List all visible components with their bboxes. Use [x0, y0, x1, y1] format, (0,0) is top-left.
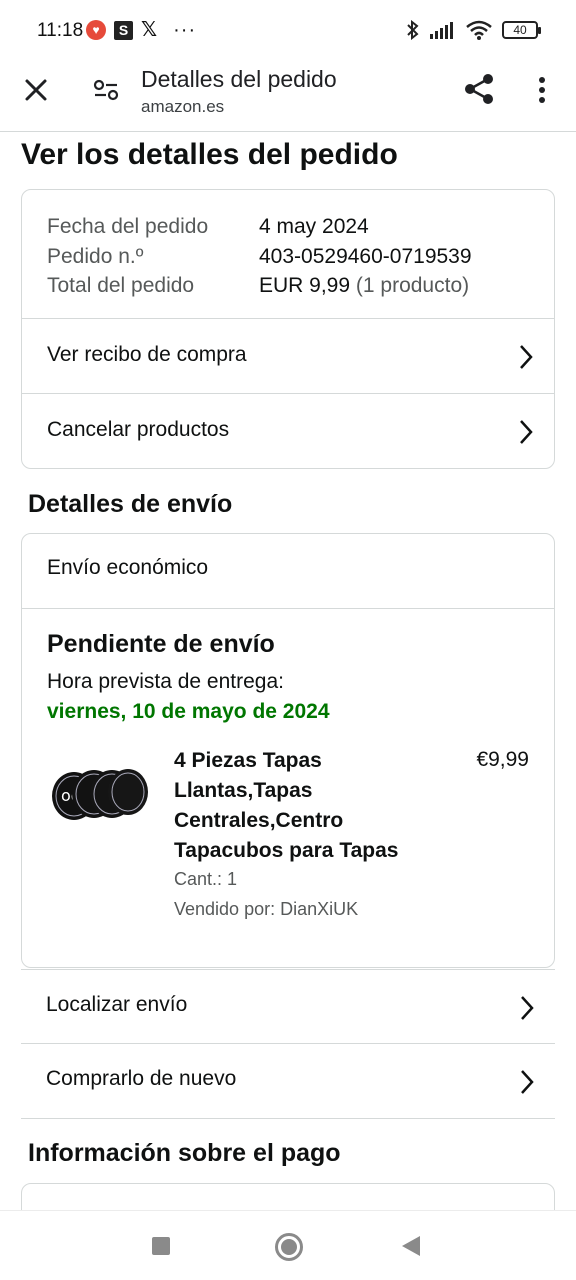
- shipping-card: Envío económico Pendiente de envío Hora …: [21, 533, 555, 968]
- back-button[interactable]: [402, 1236, 420, 1256]
- eta-label: Hora prevista de entrega:: [47, 670, 284, 693]
- page-title: Ver los detalles del pedido: [21, 138, 398, 171]
- system-navigation-bar: [0, 1210, 576, 1280]
- heart-app-icon: ♥: [86, 20, 106, 40]
- divider: [21, 1118, 555, 1119]
- order-total-value: EUR 9,99: [259, 274, 351, 297]
- product-seller: Vendido por: DianXiUK: [174, 899, 359, 919]
- buy-again-label: Comprarlo de nuevo: [46, 1067, 237, 1090]
- order-item-count: (1 producto): [350, 271, 469, 301]
- cancel-products-link[interactable]: Cancelar productos: [22, 393, 554, 468]
- product-image[interactable]: oo: [48, 766, 148, 826]
- view-receipt-label: Ver recibo de compra: [47, 343, 247, 366]
- order-summary: Fecha del pedido 4 may 2024 Pedido n.º 4…: [47, 212, 472, 301]
- more-notifications-icon: ···: [173, 19, 197, 41]
- chevron-right-icon: [520, 420, 533, 444]
- more-options-icon[interactable]: [530, 74, 554, 106]
- chevron-right-icon: [520, 345, 533, 369]
- order-date-value: 4 may 2024: [259, 215, 369, 238]
- cancel-products-label: Cancelar productos: [47, 418, 230, 441]
- shipping-type: Envío económico: [47, 556, 209, 579]
- shipping-status: Pendiente de envío: [47, 630, 275, 658]
- app-bar: Detalles del pedido amazon.es: [0, 62, 576, 132]
- close-icon[interactable]: [20, 74, 52, 106]
- browser-title: Detalles del pedido: [141, 66, 337, 92]
- shipping-heading: Detalles de envío: [28, 490, 233, 518]
- order-date-row: Fecha del pedido 4 may 2024: [47, 212, 472, 242]
- order-total-label: Total del pedido: [47, 274, 195, 297]
- battery-icon: 40: [502, 21, 541, 39]
- status-bar: 11:18 ♥ S 𝕏 ··· 40: [0, 0, 576, 62]
- x-app-icon: 𝕏: [141, 19, 158, 41]
- share-icon[interactable]: [462, 72, 496, 106]
- view-receipt-link[interactable]: Ver recibo de compra: [22, 318, 554, 393]
- chevron-right-icon: [521, 1070, 534, 1094]
- eta-date: viernes, 10 de mayo de 2024: [47, 700, 330, 723]
- order-date-label: Fecha del pedido: [47, 215, 209, 238]
- track-package-link[interactable]: Localizar envío: [21, 969, 555, 1044]
- payment-heading: Información sobre el pago: [28, 1139, 341, 1167]
- buy-again-link[interactable]: Comprarlo de nuevo: [21, 1043, 555, 1118]
- order-item-count-text: (1 producto): [355, 274, 470, 297]
- signal-icon: [430, 22, 453, 39]
- notification-icons: ♥ S 𝕏 ···: [86, 20, 196, 40]
- order-number-label: Pedido n.º: [47, 244, 144, 268]
- divider: [22, 608, 554, 609]
- order-total-row: Total del pedido EUR 9,99 (1 producto): [47, 271, 472, 301]
- site-settings-icon[interactable]: [92, 76, 120, 104]
- status-time: 11:18: [37, 20, 84, 41]
- product-quantity: Cant.: 1: [174, 869, 238, 889]
- recents-button[interactable]: [152, 1237, 170, 1255]
- order-number-row: Pedido n.º 403-0529460-0719539: [47, 242, 472, 272]
- system-icons: 40: [406, 20, 541, 40]
- order-summary-card: Fecha del pedido 4 may 2024 Pedido n.º 4…: [21, 189, 555, 469]
- browser-url: amazon.es: [141, 97, 225, 116]
- bluetooth-icon: [407, 20, 419, 40]
- track-package-label: Localizar envío: [46, 993, 188, 1016]
- product-title[interactable]: 4 Piezas Tapas Llantas,Tapas Centrales,C…: [174, 746, 424, 866]
- chevron-right-icon: [521, 996, 534, 1020]
- home-button[interactable]: [275, 1233, 303, 1261]
- order-number-value: 403-0529460-0719539: [259, 244, 472, 268]
- product-price: €9,99: [476, 748, 529, 771]
- s-app-icon: S: [114, 20, 133, 40]
- wifi-icon: [466, 20, 492, 40]
